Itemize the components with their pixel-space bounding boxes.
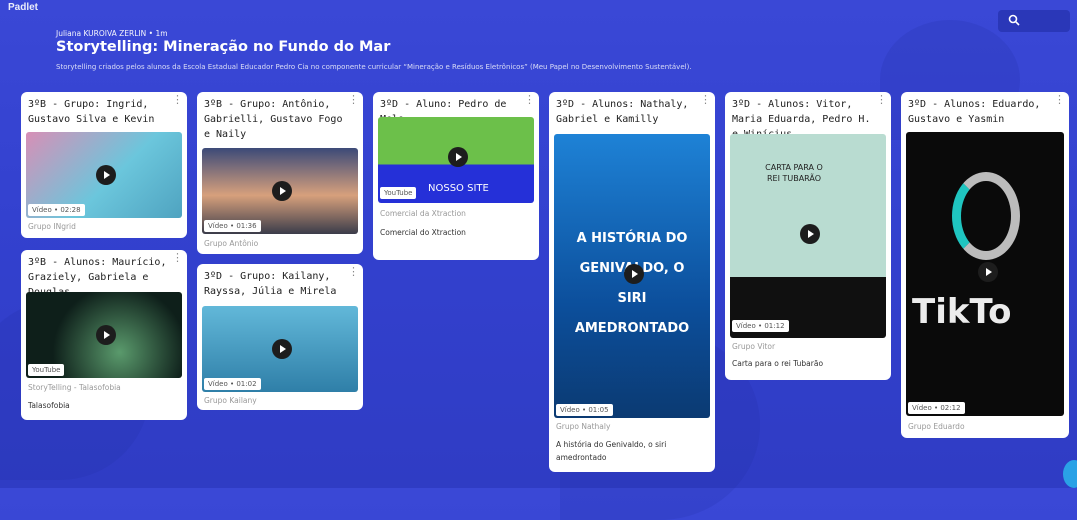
video-duration-badge: Vídeo • 01:05: [556, 404, 613, 416]
post-caption: Grupo Eduardo: [908, 422, 965, 431]
post-title: 3ºD - Alunos: Nathaly, Gabriel e Kamilly: [556, 99, 689, 125]
video-thumbnail[interactable]: CARTA PARA O REI TUBARÃO Vídeo • 01:12: [730, 134, 886, 338]
post-card[interactable]: 3ºD - Alunos: Eduardo, Gustavo e Yasmin …: [901, 92, 1069, 438]
post-title: 3ºB - Grupo: Antônio, Gabrielli, Gustavo…: [204, 99, 343, 140]
video-thumbnail[interactable]: Vídeo • 01:02: [202, 306, 358, 392]
more-options-icon[interactable]: ⋮: [348, 94, 359, 105]
thumbnail-text: CARTA PARA O REI TUBARÃO: [765, 163, 823, 183]
post-description: Carta para o rei Tubarão: [732, 359, 824, 368]
page-subtitle: Storytelling criados pelos alunos da Esc…: [56, 63, 692, 71]
post-caption: Grupo Vitor: [732, 342, 776, 351]
post-description: Talasofobia: [28, 401, 70, 410]
search-icon: [1008, 14, 1020, 26]
thumbnail-text: A HISTÓRIA DO GENIVALDO, O SIRI AMEDRONT…: [574, 231, 690, 336]
play-icon[interactable]: [96, 325, 116, 345]
video-duration-badge: Vídeo • 01:36: [204, 220, 261, 232]
video-duration-badge: Vídeo • 02:28: [28, 204, 85, 216]
video-thumbnail[interactable]: Vídeo • 02:28: [26, 132, 182, 218]
post-card[interactable]: 3ºD - Alunos: Vitor, Maria Eduarda, Pedr…: [725, 92, 891, 380]
video-thumbnail[interactable]: YouTube: [26, 292, 182, 378]
post-title: 3ºB - Grupo: Ingrid, Gustavo Silva e Kev…: [28, 99, 155, 125]
padlet-logo[interactable]: Padlet: [8, 2, 38, 13]
video-duration-badge: Vídeo • 02:12: [908, 402, 965, 414]
page-title: Storytelling: Mineração no Fundo do Mar: [56, 39, 391, 55]
post-caption: Grupo Antônio: [204, 239, 259, 248]
post-card[interactable]: 3ºD - Aluno: Pedro de Melo ⋮ NOSSO SITE …: [373, 92, 539, 260]
post-caption: Comercial da Xtraction: [380, 209, 466, 218]
post-card[interactable]: 3ºB - Grupo: Ingrid, Gustavo Silva e Kev…: [21, 92, 187, 238]
post-caption: Grupo Kailany: [204, 396, 257, 405]
post-title: 3ºD - Alunos: Eduardo, Gustavo e Yasmin: [908, 99, 1041, 125]
play-icon[interactable]: [272, 181, 292, 201]
more-options-icon[interactable]: ⋮: [172, 94, 183, 105]
play-icon[interactable]: [800, 224, 820, 244]
more-options-icon[interactable]: ⋮: [700, 94, 711, 105]
more-options-icon[interactable]: ⋮: [1054, 94, 1065, 105]
tiktok-logo-icon: [952, 172, 1020, 260]
play-icon[interactable]: [96, 165, 116, 185]
play-icon[interactable]: [624, 264, 644, 284]
thumbnail-text: TikTo: [912, 292, 1012, 332]
video-thumbnail[interactable]: A HISTÓRIA DO GENIVALDO, O SIRI AMEDRONT…: [554, 134, 710, 418]
more-options-icon[interactable]: ⋮: [876, 94, 887, 105]
youtube-badge: YouTube: [28, 364, 65, 376]
thumbnail-text: NOSSO SITE: [428, 183, 489, 194]
video-duration-badge: Vídeo • 01:12: [732, 320, 789, 332]
video-thumbnail[interactable]: NOSSO SITE YouTube: [378, 117, 534, 203]
search-button[interactable]: [998, 10, 1070, 32]
youtube-badge: YouTube: [380, 187, 417, 199]
post-card[interactable]: 3ºD - Alunos: Nathaly, Gabriel e Kamilly…: [549, 92, 715, 472]
video-thumbnail[interactable]: TikTo Vídeo • 02:12: [906, 132, 1064, 416]
more-options-icon[interactable]: ⋮: [348, 266, 359, 277]
play-icon[interactable]: [448, 147, 468, 167]
play-icon[interactable]: [272, 339, 292, 359]
add-post-button[interactable]: [1063, 460, 1077, 488]
video-duration-badge: Vídeo • 01:02: [204, 378, 261, 390]
post-card[interactable]: 3ºD - Grupo: Kailany, Rayssa, Júlia e Mi…: [197, 264, 363, 410]
play-icon[interactable]: [978, 262, 998, 282]
post-caption: Grupo Nathaly: [556, 422, 611, 431]
more-options-icon[interactable]: ⋮: [172, 252, 183, 263]
post-caption: StoryTelling - Talasofobia: [28, 383, 121, 392]
video-thumbnail[interactable]: Vídeo • 01:36: [202, 148, 358, 234]
post-description: A história do Genivaldo, o siri amedront…: [556, 440, 667, 462]
more-options-icon[interactable]: ⋮: [524, 94, 535, 105]
post-caption: Grupo INgrid: [28, 222, 76, 231]
post-card[interactable]: 3ºB - Grupo: Antônio, Gabrielli, Gustavo…: [197, 92, 363, 254]
post-card[interactable]: 3ºB - Alunos: Maurício, Graziely, Gabrie…: [21, 250, 187, 420]
post-title: 3ºD - Grupo: Kailany, Rayssa, Júlia e Mi…: [204, 271, 337, 297]
post-description: Comercial do Xtraction: [380, 228, 466, 237]
author-line: Juliana KUROIVA ZERLIN • 1m: [56, 29, 168, 38]
